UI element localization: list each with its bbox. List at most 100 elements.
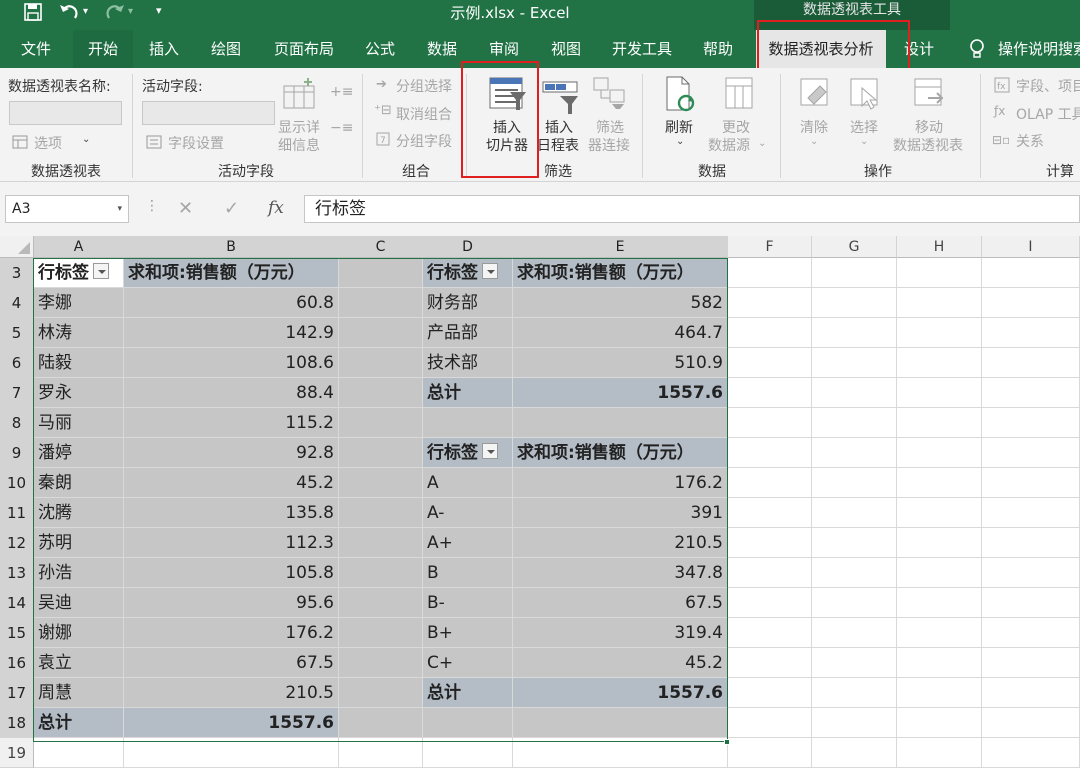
pivot1-row-value[interactable]: 88.4 (124, 378, 339, 408)
cell[interactable] (812, 288, 897, 318)
field-settings-button[interactable]: 字段设置 (168, 133, 224, 153)
cell[interactable] (339, 288, 423, 318)
change-data-source-button[interactable]: 更改 (722, 117, 750, 137)
cell[interactable] (513, 738, 728, 768)
cell[interactable] (982, 288, 1080, 318)
row-header-3[interactable]: 3 (0, 258, 34, 288)
cell[interactable] (812, 348, 897, 378)
cell[interactable] (728, 348, 812, 378)
cell[interactable] (339, 648, 423, 678)
pivot1-row-label[interactable]: 谢娜 (34, 618, 124, 648)
lightbulb-icon[interactable] (968, 38, 986, 60)
cell[interactable] (423, 708, 513, 738)
cell[interactable] (728, 498, 812, 528)
cell[interactable] (897, 708, 982, 738)
pivot1-row-label[interactable]: 罗永 (34, 378, 124, 408)
cell[interactable] (982, 678, 1080, 708)
save-icon[interactable] (24, 3, 42, 21)
cell[interactable] (423, 738, 513, 768)
cell[interactable] (897, 348, 982, 378)
row-header-15[interactable]: 15 (0, 618, 34, 648)
cell[interactable] (728, 438, 812, 468)
pivot3-row-label[interactable]: C+ (423, 648, 513, 678)
cell[interactable] (897, 408, 982, 438)
pivot1-row-label[interactable]: 潘婷 (34, 438, 124, 468)
name-box[interactable]: A3 ▾ (5, 195, 129, 223)
insert-timeline-button[interactable]: 插入 (545, 117, 573, 137)
pivot3-row-label[interactable]: B+ (423, 618, 513, 648)
olap-tools-button[interactable]: OLAP 工具 (1016, 104, 1080, 124)
fill-handle[interactable] (724, 739, 730, 745)
pivot1-total-value[interactable]: 1557.6 (124, 708, 339, 738)
cell[interactable] (982, 708, 1080, 738)
cell[interactable] (513, 708, 728, 738)
cell[interactable] (728, 258, 812, 288)
pivot1-row-value[interactable]: 60.8 (124, 288, 339, 318)
cell[interactable] (982, 498, 1080, 528)
customize-qat-icon[interactable]: ▾ (156, 4, 162, 17)
cell[interactable] (812, 258, 897, 288)
cell[interactable] (897, 738, 982, 768)
pivot3-row-value[interactable]: 347.8 (513, 558, 728, 588)
cell[interactable] (339, 408, 423, 438)
pivot3-row-label[interactable]: B (423, 558, 513, 588)
cell[interactable] (897, 618, 982, 648)
pivot1-row-value[interactable]: 108.6 (124, 348, 339, 378)
cell[interactable] (982, 528, 1080, 558)
column-header-i[interactable]: I (982, 236, 1080, 258)
row-header-14[interactable]: 14 (0, 588, 34, 618)
pivot2-row-label[interactable]: 财务部 (423, 288, 513, 318)
cell[interactable] (897, 288, 982, 318)
worksheet-grid[interactable]: ABCDEFGHI 3 4 5 6 7 8 9 10 11 12 13 14 15 16 17 18 19 行标… (0, 236, 1080, 775)
cell[interactable] (812, 438, 897, 468)
options-dropdown-icon[interactable]: ⌄ (82, 134, 90, 145)
pivot3-total-value[interactable]: 1557.6 (513, 678, 728, 708)
row-header-5[interactable]: 5 (0, 318, 34, 348)
pivot2-header-label[interactable]: 行标签 (423, 258, 513, 288)
cell[interactable] (339, 348, 423, 378)
pivot1-row-value[interactable]: 105.8 (124, 558, 339, 588)
column-header-c[interactable]: C (339, 236, 423, 258)
pivot1-row-label[interactable]: 李娜 (34, 288, 124, 318)
tab-view[interactable]: 视图 (538, 30, 594, 68)
cell[interactable] (812, 708, 897, 738)
pivot1-row-value[interactable]: 92.8 (124, 438, 339, 468)
cell[interactable] (339, 528, 423, 558)
tab-page-layout[interactable]: 页面布局 (264, 30, 344, 68)
cell[interactable] (339, 318, 423, 348)
cell[interactable] (897, 318, 982, 348)
cell[interactable] (812, 588, 897, 618)
pivot3-row-label[interactable]: A+ (423, 528, 513, 558)
cell[interactable] (897, 558, 982, 588)
tab-file[interactable]: 文件 (8, 30, 64, 68)
pivot1-row-value[interactable]: 112.3 (124, 528, 339, 558)
cell[interactable] (897, 648, 982, 678)
cell[interactable] (982, 588, 1080, 618)
row-header-10[interactable]: 10 (0, 468, 34, 498)
pivot1-row-value[interactable]: 115.2 (124, 408, 339, 438)
row-label-filter-dropdown-icon[interactable] (482, 443, 498, 459)
row-header-6[interactable]: 6 (0, 348, 34, 378)
cell[interactable] (812, 618, 897, 648)
cell[interactable] (982, 348, 1080, 378)
cell[interactable] (812, 408, 897, 438)
pivot3-header-value[interactable]: 求和项:销售额（万元） (513, 438, 728, 468)
active-field-input[interactable] (142, 101, 275, 125)
column-header-d[interactable]: D (423, 236, 513, 258)
pivot2-row-label[interactable]: 技术部 (423, 348, 513, 378)
cell[interactable] (728, 738, 812, 768)
cell[interactable] (812, 468, 897, 498)
group-field-button[interactable]: 分组字段 (396, 131, 452, 151)
cell[interactable] (982, 738, 1080, 768)
row-header-7[interactable]: 7 (0, 378, 34, 408)
pivot1-header-value[interactable]: 求和项:销售额（万元） (124, 258, 339, 288)
cell[interactable] (339, 588, 423, 618)
cell[interactable] (982, 618, 1080, 648)
row-header-17[interactable]: 17 (0, 678, 34, 708)
cell[interactable] (728, 678, 812, 708)
cell[interactable] (124, 738, 339, 768)
ungroup-button[interactable]: 取消组合 (396, 104, 452, 124)
row-label-filter-dropdown-icon[interactable] (93, 263, 109, 279)
group-selection-button[interactable]: 分组选择 (396, 76, 452, 96)
select-button[interactable]: 选择 (850, 117, 878, 137)
